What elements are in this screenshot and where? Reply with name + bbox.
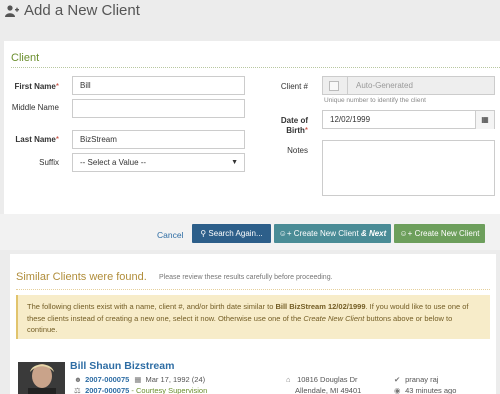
search-again-button[interactable]: ⚲ Search Again... — [192, 224, 271, 243]
calendar-icon: ▦ — [134, 375, 142, 384]
first-name-label: First Name* — [14, 82, 59, 91]
avatar-photo — [18, 362, 65, 394]
balance-scale-icon: ⚖ — [74, 386, 81, 394]
middle-name-input[interactable] — [72, 99, 245, 118]
assigned-user: ✔ pranay raj — [394, 375, 439, 384]
client-form-card: Client First Name* Bill Middle Name Last… — [4, 41, 500, 214]
suffix-label: Suffix — [39, 158, 59, 167]
client-avatar[interactable] — [18, 362, 65, 394]
caret-down-icon: ▼ — [231, 159, 238, 166]
client-name-link[interactable]: Bill Shaun Bizstream — [70, 360, 174, 372]
case-number-link[interactable]: 2007-000075 — [85, 386, 129, 394]
auto-generate-checkbox[interactable] — [329, 81, 339, 91]
case-row: ⚖ 2007-000075 - Courtesy Supervision — [74, 386, 207, 394]
suffix-select[interactable]: -- Select a Value -- ▼ — [72, 153, 245, 172]
home-icon: ⌂ — [286, 375, 291, 384]
last-updated: ◉ 43 minutes ago — [394, 386, 457, 394]
user-plus-icon — [5, 5, 19, 17]
middle-name-label: Middle Name — [11, 103, 59, 112]
section-divider — [11, 67, 500, 68]
dob-value: 12/02/1999 — [330, 115, 371, 124]
client-number-label: Client # — [280, 82, 308, 91]
client-dob: Mar 17, 1992 (24) — [145, 375, 206, 384]
case-type: - Courtesy Supervision — [131, 386, 208, 394]
last-name-label: Last Name* — [15, 135, 59, 144]
address-line-2: Allendale, MI 49401 — [295, 386, 362, 394]
last-name-input[interactable]: BizStream — [72, 130, 245, 149]
similar-clients-panel: Similar Clients were found. Please revie… — [10, 254, 496, 394]
user-plus-icon: ☺+ — [278, 229, 292, 238]
notes-textarea[interactable] — [322, 140, 495, 196]
notes-label: Notes — [287, 146, 308, 155]
client-number-row: ☻ 2007-000075 ▦ Mar 17, 1992 (24) — [74, 375, 205, 384]
client-number-field: Auto-Generated — [322, 76, 495, 95]
page-header: Add a New Client — [0, 0, 500, 24]
section-title: Client — [11, 52, 40, 64]
first-name-input[interactable]: Bill — [72, 76, 245, 95]
eye-icon: ◉ — [394, 386, 401, 394]
client-number-link[interactable]: 2007-000075 — [85, 375, 129, 384]
results-divider — [16, 289, 490, 290]
create-new-client-button[interactable]: ☺+ Create New Client — [394, 224, 485, 243]
results-title: Similar Clients were found. — [16, 271, 147, 283]
client-number-help: Unique number to identify the client — [324, 97, 426, 104]
user-icon: ☻ — [74, 375, 82, 384]
address-line-1: ⌂ 10816 Douglas Dr — [286, 375, 358, 384]
similar-clients-warning: The following clients exist with a name,… — [16, 295, 490, 339]
suffix-selected-value: -- Select a Value -- — [80, 158, 147, 167]
calendar-icon[interactable]: ▦ — [475, 111, 494, 129]
create-new-client-next-button[interactable]: ☺+ Create New Client & Next — [274, 224, 391, 243]
dob-input[interactable]: 12/02/1999 ▦ — [322, 110, 495, 129]
client-number-value: Auto-Generated — [347, 77, 496, 94]
results-subtitle: Please review these results carefully be… — [159, 274, 333, 281]
dob-label: Date of Birth* — [280, 116, 308, 135]
check-circle-icon: ✔ — [394, 375, 401, 384]
cancel-link[interactable]: Cancel — [157, 230, 183, 240]
user-plus-icon: ☺+ — [399, 229, 413, 238]
search-icon: ⚲ — [200, 229, 207, 238]
page-title: Add a New Client — [24, 2, 140, 19]
